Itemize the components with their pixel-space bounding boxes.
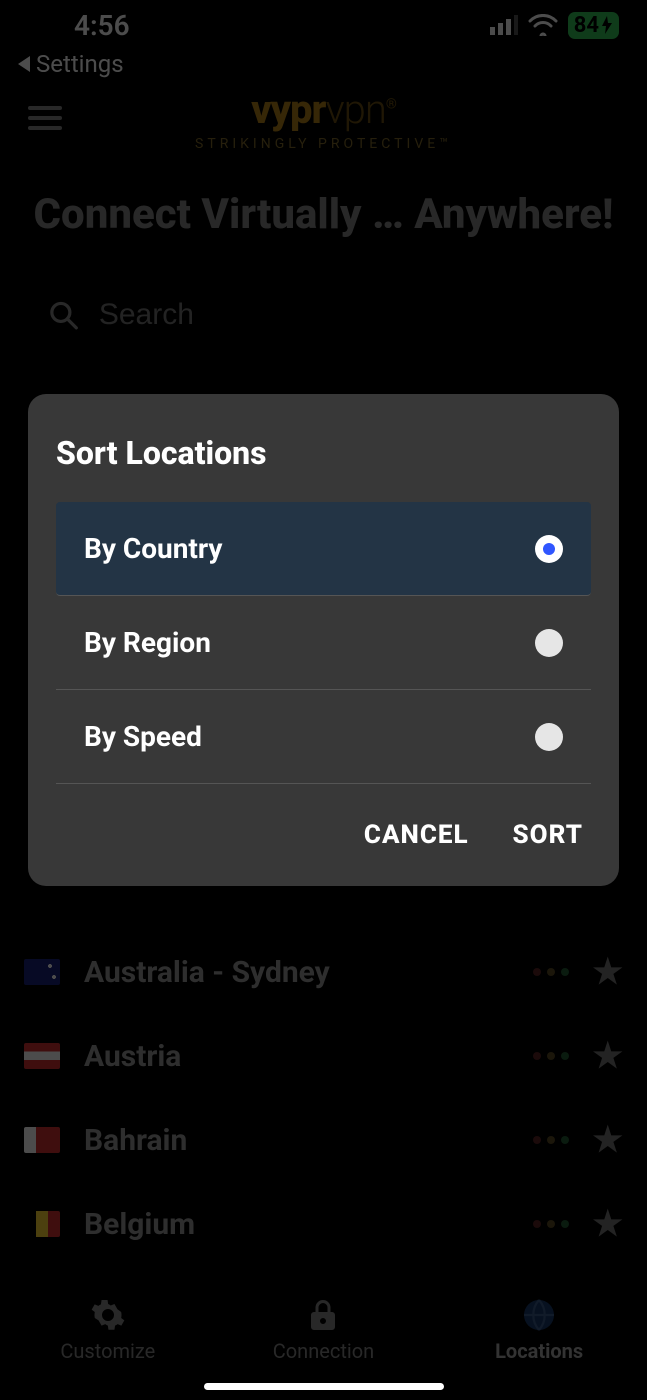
radio-button[interactable] <box>535 629 563 657</box>
sort-option-speed[interactable]: By Speed <box>56 690 591 784</box>
sort-button[interactable]: SORT <box>513 820 583 850</box>
sort-locations-dialog: Sort Locations By Country By Region By S… <box>28 394 619 886</box>
dialog-title: Sort Locations <box>28 434 619 502</box>
option-label: By Region <box>84 626 211 659</box>
sort-option-region[interactable]: By Region <box>56 596 591 690</box>
option-label: By Country <box>84 532 223 565</box>
home-indicator[interactable] <box>204 1383 444 1390</box>
option-label: By Speed <box>84 720 202 753</box>
cancel-button[interactable]: CANCEL <box>364 820 469 850</box>
radio-button[interactable] <box>535 535 563 563</box>
radio-button[interactable] <box>535 723 563 751</box>
sort-option-country[interactable]: By Country <box>56 502 591 596</box>
